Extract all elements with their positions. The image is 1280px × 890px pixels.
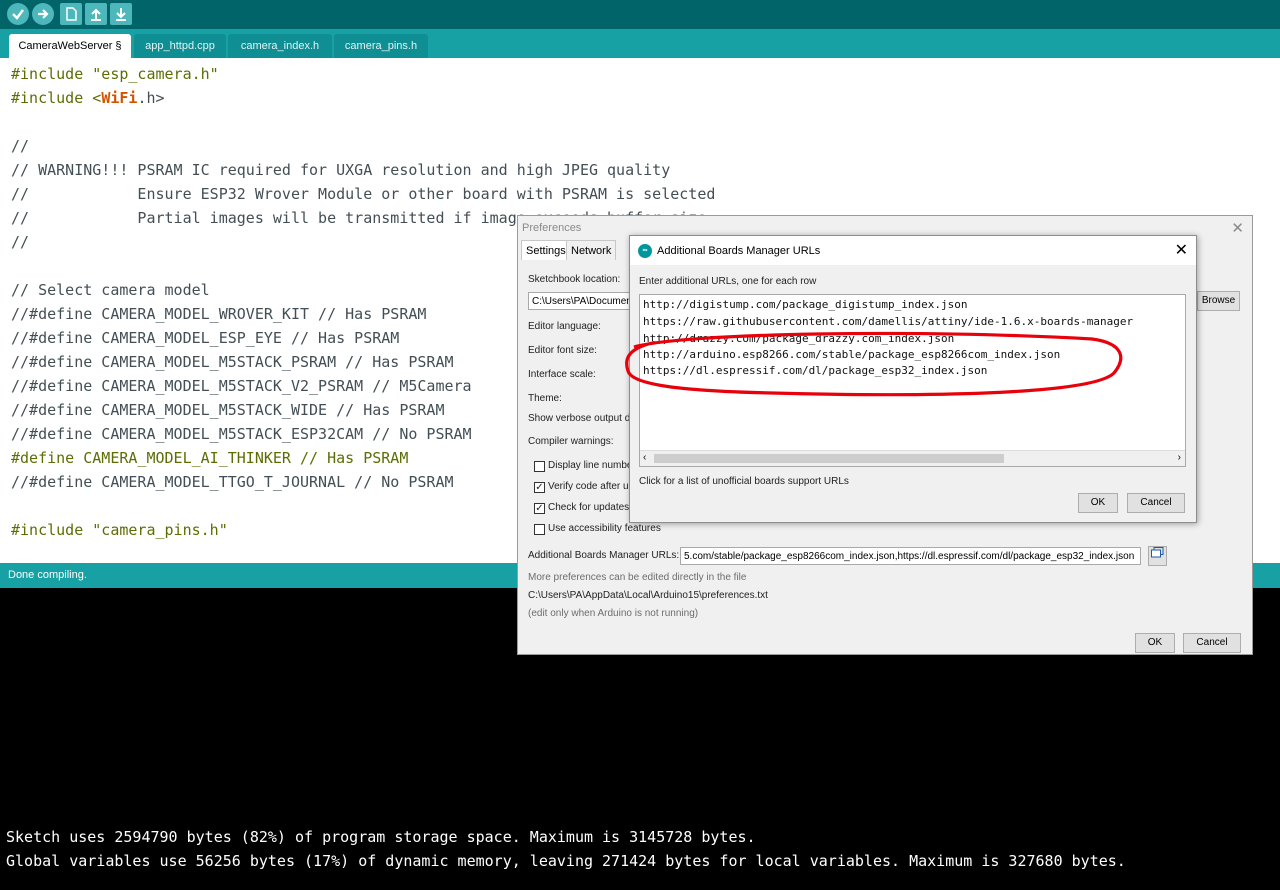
code-line: //#define CAMERA_MODEL_M5STACK_V2_PSRAM … <box>11 377 472 395</box>
preferences-path[interactable]: C:\Users\PA\AppData\Local\Arduino15\pref… <box>528 590 768 601</box>
boards-urls-dialog: ∞ Additional Boards Manager URLs ✕ Enter… <box>629 235 1197 523</box>
url-line: https://dl.espressif.com/dl/package_esp3… <box>643 364 988 377</box>
console-line: Global variables use 56256 bytes (17%) o… <box>6 852 1126 870</box>
check-updates-label: Check for updates <box>548 502 630 513</box>
tab-camera-pins[interactable]: camera_pins.h <box>334 34 428 58</box>
check-updates-checkbox[interactable]: ✓ <box>534 503 545 514</box>
editor-font-size-label: Editor font size: <box>528 345 597 356</box>
code-line: //#define CAMERA_MODEL_M5STACK_WIDE // H… <box>11 401 445 419</box>
code-line: //#define CAMERA_MODEL_TTGO_T_JOURNAL //… <box>11 473 454 491</box>
code-line: #include <WiFi.h> <box>11 88 165 108</box>
arduino-logo-icon: ∞ <box>638 244 652 258</box>
unofficial-urls-link[interactable]: Click for a list of unofficial boards su… <box>639 476 849 487</box>
save-button[interactable] <box>110 3 132 25</box>
code-line: //#define CAMERA_MODEL_M5STACK_ESP32CAM … <box>11 425 472 443</box>
abm-ok-button[interactable]: OK <box>1078 493 1118 513</box>
edit-note: (edit only when Arduino is not running) <box>528 608 699 619</box>
new-button[interactable] <box>60 3 82 25</box>
verbose-output-label: Show verbose output d <box>528 413 631 424</box>
tab-bar: CameraWebServer § app_httpd.cpp camera_i… <box>0 29 1280 58</box>
code-line: // WARNING!!! PSRAM IC required for UXGA… <box>11 161 671 179</box>
dialog-titlebar: ∞ Additional Boards Manager URLs ✕ <box>630 236 1196 265</box>
tab-camerawebserver[interactable]: CameraWebServer § <box>9 34 131 58</box>
url-line: https://raw.githubusercontent.com/damell… <box>643 315 1134 328</box>
code-line: #include "esp_camera.h" <box>11 64 219 84</box>
code-line: #include "camera_pins.h" <box>11 521 228 539</box>
accessibility-checkbox[interactable] <box>534 524 545 535</box>
close-icon[interactable]: ✕ <box>1175 240 1188 260</box>
upload-button[interactable] <box>32 3 54 25</box>
tab-app-httpd[interactable]: app_httpd.cpp <box>134 34 226 58</box>
check-icon <box>12 9 24 20</box>
code-line: // Select camera model <box>11 281 210 299</box>
interface-scale-label: Interface scale: <box>528 369 596 380</box>
display-line-numbers-label: Display line number <box>548 460 636 471</box>
status-text: Done compiling. <box>8 569 87 581</box>
verify-code-checkbox[interactable]: ✓ <box>534 482 545 493</box>
code-line: //#define CAMERA_MODEL_M5STACK_PSRAM // … <box>11 353 454 371</box>
code-line: // <box>11 233 30 251</box>
accessibility-label: Use accessibility features <box>548 523 661 534</box>
prefs-ok-button[interactable]: OK <box>1135 633 1175 653</box>
window-icon <box>1151 547 1164 558</box>
url-line: http://digistump.com/package_digistump_i… <box>643 298 968 311</box>
arrow-down-icon <box>116 8 126 21</box>
more-preferences-note: More preferences can be edited directly … <box>528 572 747 583</box>
verify-button[interactable] <box>7 3 29 25</box>
arrow-up-icon <box>91 8 101 21</box>
arrow-right-icon <box>38 9 49 19</box>
toolbar <box>0 0 1280 29</box>
theme-label: Theme: <box>528 393 562 404</box>
sketchbook-location-input[interactable]: C:\Users\PA\Documen <box>528 292 638 310</box>
console-line: Sketch uses 2594790 bytes (82%) of progr… <box>6 828 756 846</box>
url-line: http://drazzy.com/package_drazzy.com_ind… <box>643 332 955 345</box>
new-file-icon <box>66 7 77 21</box>
prefs-cancel-button[interactable]: Cancel <box>1183 633 1241 653</box>
url-list-button[interactable] <box>1148 546 1167 566</box>
code-line: // <box>11 137 30 155</box>
scrollbar-thumb[interactable] <box>654 454 1004 463</box>
wifi-token: WiFi <box>101 89 138 107</box>
tab-camera-index[interactable]: camera_index.h <box>228 34 332 58</box>
url-line: http://arduino.esp8266.com/stable/packag… <box>643 348 1061 361</box>
code-line: // Ensure ESP32 Wrover Module or other b… <box>11 185 716 203</box>
horizontal-scrollbar[interactable]: ‹ › <box>640 450 1185 466</box>
dialog-instructions: Enter additional URLs, one for each row <box>639 276 817 287</box>
close-icon[interactable]: ✕ <box>1231 219 1244 237</box>
browse-button[interactable]: Browse <box>1197 291 1240 311</box>
sketchbook-label: Sketchbook location: <box>528 274 621 285</box>
abm-cancel-button[interactable]: Cancel <box>1127 493 1185 513</box>
urls-textarea[interactable]: http://digistump.com/package_digistump_i… <box>639 294 1186 467</box>
include-keyword: #include < <box>11 89 102 107</box>
tab-settings[interactable]: Settings <box>521 240 571 262</box>
scroll-right-icon[interactable]: › <box>1178 452 1181 463</box>
compiler-warnings-label: Compiler warnings: <box>528 436 614 447</box>
display-line-numbers-checkbox[interactable] <box>534 461 545 472</box>
tab-network[interactable]: Network <box>566 240 617 262</box>
dialog-title: Additional Boards Manager URLs <box>657 245 821 257</box>
boards-urls-input[interactable]: 5.com/stable/package_esp8266com_index.js… <box>680 547 1141 565</box>
code-line: //#define CAMERA_MODEL_ESP_EYE // Has PS… <box>11 329 400 347</box>
code-line: //#define CAMERA_MODEL_WROVER_KIT // Has… <box>11 305 427 323</box>
editor-language-label: Editor language: <box>528 321 601 332</box>
code-line: #define CAMERA_MODEL_AI_THINKER // Has P… <box>11 449 409 467</box>
open-button[interactable] <box>85 3 107 25</box>
boards-urls-label: Additional Boards Manager URLs: <box>528 550 680 561</box>
code-line-1: #include "esp_camera.h" <box>11 65 219 83</box>
verify-code-label: Verify code after u <box>548 481 629 492</box>
preferences-title: Preferences <box>522 222 582 234</box>
scroll-left-icon[interactable]: ‹ <box>643 452 646 463</box>
include-tail: .h> <box>137 89 165 107</box>
